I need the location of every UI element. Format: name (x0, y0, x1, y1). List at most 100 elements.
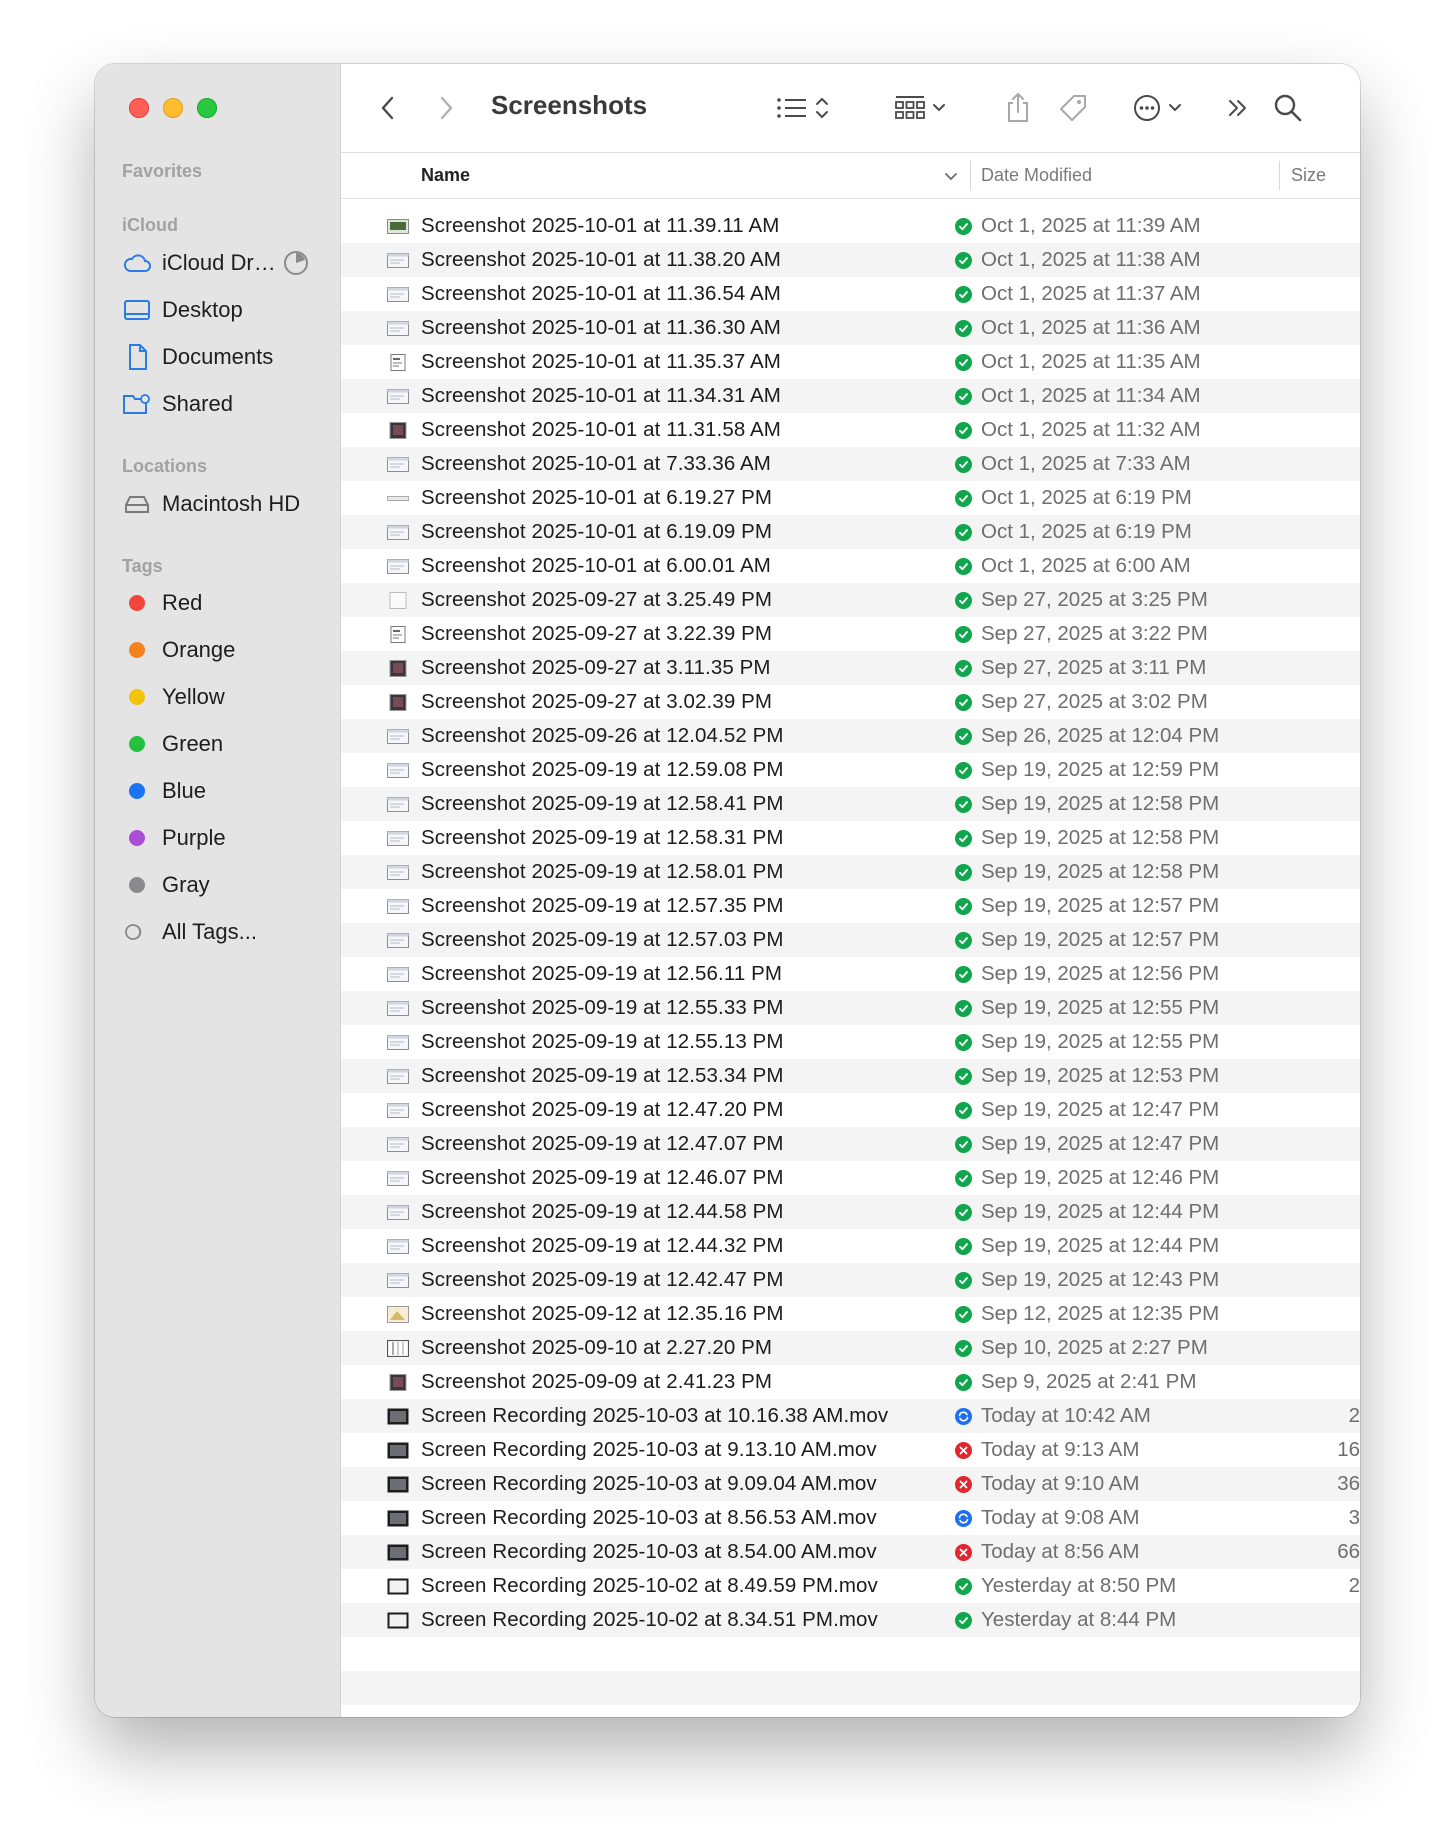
synced-check-icon[interactable] (955, 1374, 972, 1391)
synced-check-icon[interactable] (955, 490, 972, 507)
synced-check-icon[interactable] (955, 898, 972, 915)
sidebar-item-shared[interactable]: Shared (122, 386, 332, 422)
synced-check-icon[interactable] (955, 1170, 972, 1187)
file-row[interactable]: Screenshot 2025-09-19 at 12.44.32 PM Sep … (341, 1229, 1360, 1263)
sidebar-item-tag-red[interactable]: Red (122, 585, 332, 621)
file-row[interactable]: Screenshot 2025-10-01 at 11.31.58 AM Oct … (341, 413, 1360, 447)
synced-check-icon[interactable] (955, 1204, 972, 1221)
file-row[interactable]: Screenshot 2025-09-12 at 12.35.16 PM Sep … (341, 1297, 1360, 1331)
synced-check-icon[interactable] (955, 762, 972, 779)
sidebar-item-icloud-drive[interactable]: iCloud Dr… (122, 245, 332, 281)
synced-check-icon[interactable] (955, 830, 972, 847)
file-row[interactable]: Screenshot 2025-09-27 at 3.11.35 PM Sep 2… (341, 651, 1360, 685)
tag-button[interactable] (1053, 86, 1093, 130)
synced-check-icon[interactable] (955, 558, 972, 575)
minimize-window-button[interactable] (163, 98, 183, 118)
file-row[interactable]: Screenshot 2025-09-19 at 12.55.33 PM Sep … (341, 991, 1360, 1025)
synced-check-icon[interactable] (955, 422, 972, 439)
sidebar-item-tag-yellow[interactable]: Yellow (122, 679, 332, 715)
synced-check-icon[interactable] (955, 864, 972, 881)
size-column-header[interactable]: Size (1291, 153, 1326, 198)
file-row[interactable]: Screen Recording 2025-10-02 at 8.49.59 P… (341, 1569, 1360, 1603)
synced-check-icon[interactable] (955, 252, 972, 269)
sidebar-item-desktop[interactable]: Desktop (122, 292, 332, 328)
synced-check-icon[interactable] (955, 1340, 972, 1357)
locations-header[interactable]: Locations (122, 456, 207, 477)
file-row[interactable]: Screen Recording 2025-10-02 at 8.34.51 P… (341, 1603, 1360, 1637)
synced-check-icon[interactable] (955, 1272, 972, 1289)
sidebar-item-all-tags[interactable]: All Tags... (122, 914, 332, 950)
sidebar-item-tag-gray[interactable]: Gray (122, 867, 332, 903)
file-row[interactable]: Screenshot 2025-09-19 at 12.55.13 PM Sep … (341, 1025, 1360, 1059)
synced-check-icon[interactable] (955, 388, 972, 405)
search-button[interactable] (1269, 86, 1307, 130)
syncing-icon[interactable] (955, 1408, 972, 1425)
synced-check-icon[interactable] (955, 1238, 972, 1255)
sync-error-icon[interactable] (955, 1476, 972, 1493)
synced-check-icon[interactable] (955, 218, 972, 235)
synced-check-icon[interactable] (955, 286, 972, 303)
share-button[interactable] (1001, 86, 1035, 130)
file-row[interactable]: Screenshot 2025-10-01 at 11.34.31 AM Oct … (341, 379, 1360, 413)
sidebar-item-macintosh-hd[interactable]: Macintosh HD (122, 486, 332, 522)
tags-header[interactable]: Tags (122, 556, 163, 577)
file-row[interactable]: Screenshot 2025-09-10 at 2.27.20 PM Sep 1… (341, 1331, 1360, 1365)
file-row[interactable]: Screenshot 2025-09-19 at 12.59.08 PM Sep … (341, 753, 1360, 787)
file-row[interactable]: Screenshot 2025-10-01 at 11.36.54 AM Oct … (341, 277, 1360, 311)
synced-check-icon[interactable] (955, 1000, 972, 1017)
forward-button[interactable] (429, 86, 463, 130)
file-row[interactable]: Screenshot 2025-09-19 at 12.44.58 PM Sep … (341, 1195, 1360, 1229)
synced-check-icon[interactable] (955, 932, 972, 949)
file-row[interactable]: Screenshot 2025-09-27 at 3.25.49 PM Sep 2… (341, 583, 1360, 617)
synced-check-icon[interactable] (955, 660, 972, 677)
file-row[interactable]: Screenshot 2025-09-19 at 12.57.35 PM Sep … (341, 889, 1360, 923)
synced-check-icon[interactable] (955, 694, 972, 711)
synced-check-icon[interactable] (955, 1034, 972, 1051)
favorites-header[interactable]: Favorites (122, 161, 202, 182)
sidebar-item-tag-purple[interactable]: Purple (122, 820, 332, 856)
syncing-icon[interactable] (955, 1510, 972, 1527)
view-mode-button[interactable] (769, 86, 835, 130)
file-row[interactable]: Screenshot 2025-09-19 at 12.46.07 PM Sep … (341, 1161, 1360, 1195)
file-row[interactable]: Screenshot 2025-09-19 at 12.58.31 PM Sep … (341, 821, 1360, 855)
file-row[interactable]: Screenshot 2025-10-01 at 11.39.11 AM Oct … (341, 209, 1360, 243)
synced-check-icon[interactable] (955, 1612, 972, 1629)
synced-check-icon[interactable] (955, 1068, 972, 1085)
name-column-header[interactable]: Name (421, 153, 470, 198)
file-row[interactable]: Screenshot 2025-09-19 at 12.47.07 PM Sep … (341, 1127, 1360, 1161)
synced-check-icon[interactable] (955, 320, 972, 337)
file-row[interactable]: Screenshot 2025-10-01 at 11.38.20 AM Oct … (341, 243, 1360, 277)
synced-check-icon[interactable] (955, 456, 972, 473)
sidebar-item-tag-orange[interactable]: Orange (122, 632, 332, 668)
file-row[interactable]: Screenshot 2025-09-27 at 3.22.39 PM Sep 2… (341, 617, 1360, 651)
synced-check-icon[interactable] (955, 524, 972, 541)
file-row[interactable]: Screenshot 2025-09-27 at 3.02.39 PM Sep 2… (341, 685, 1360, 719)
file-row[interactable]: Screenshot 2025-09-19 at 12.58.01 PM Sep … (341, 855, 1360, 889)
synced-check-icon[interactable] (955, 626, 972, 643)
file-row[interactable]: Screenshot 2025-10-01 at 11.35.37 AM Oct … (341, 345, 1360, 379)
group-by-button[interactable] (889, 86, 951, 130)
synced-check-icon[interactable] (955, 354, 972, 371)
file-row[interactable]: Screenshot 2025-09-19 at 12.58.41 PM Sep … (341, 787, 1360, 821)
file-row[interactable]: Screenshot 2025-09-19 at 12.47.20 PM Sep … (341, 1093, 1360, 1127)
file-row[interactable]: Screenshot 2025-09-19 at 12.56.11 PM Sep … (341, 957, 1360, 991)
sync-error-icon[interactable] (955, 1544, 972, 1561)
file-row[interactable]: Screenshot 2025-09-09 at 2.41.23 PM Sep 9… (341, 1365, 1360, 1399)
icloud-header[interactable]: iCloud (122, 215, 178, 236)
sidebar-item-documents[interactable]: Documents (122, 339, 332, 375)
sync-error-icon[interactable] (955, 1442, 972, 1459)
file-row[interactable]: Screenshot 2025-10-01 at 6.00.01 AM Oct 1… (341, 549, 1360, 583)
file-row[interactable]: Screenshot 2025-09-19 at 12.53.34 PM Sep … (341, 1059, 1360, 1093)
synced-check-icon[interactable] (955, 1102, 972, 1119)
file-row[interactable]: Screenshot 2025-10-01 at 6.19.27 PM Oct 1… (341, 481, 1360, 515)
synced-check-icon[interactable] (955, 592, 972, 609)
file-row[interactable]: Screenshot 2025-09-19 at 12.42.47 PM Sep … (341, 1263, 1360, 1297)
synced-check-icon[interactable] (955, 966, 972, 983)
file-row[interactable]: Screen Recording 2025-10-03 at 8.56.53 A… (341, 1501, 1360, 1535)
file-row[interactable]: Screenshot 2025-10-01 at 7.33.36 AM Oct 1… (341, 447, 1360, 481)
close-window-button[interactable] (129, 98, 149, 118)
synced-check-icon[interactable] (955, 728, 972, 745)
synced-check-icon[interactable] (955, 1578, 972, 1595)
column-divider[interactable] (970, 161, 971, 190)
sort-chevron-icon[interactable] (944, 169, 958, 183)
